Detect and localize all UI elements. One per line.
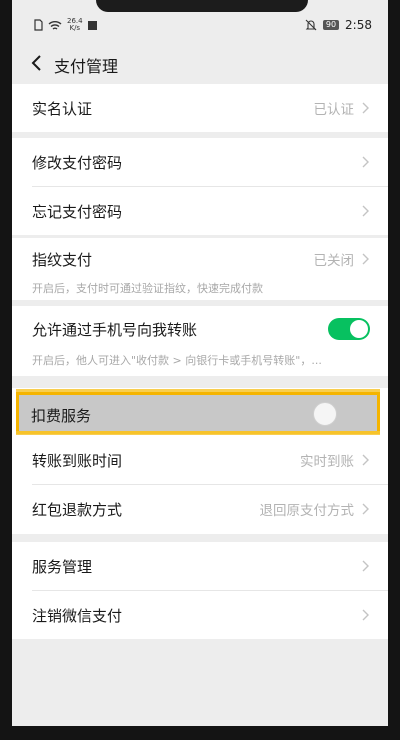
row-change-password[interactable]: 修改支付密码 (12, 138, 388, 186)
row-label: 转账到账时间 (32, 451, 123, 470)
deduction-service-toggle[interactable] (313, 402, 337, 426)
row-value: 已认证 (313, 102, 355, 118)
highlight-glow-bottom (16, 431, 380, 435)
row-red-packet-refund[interactable]: 红包退款方式 退回原支付方式 (12, 485, 388, 533)
row-deregister-wechat-pay[interactable]: 注销微信支付 (12, 591, 388, 639)
chevron-right-icon (362, 253, 369, 265)
back-arrow-icon[interactable] (26, 52, 48, 74)
row-label: 允许通过手机号向我转账 (32, 320, 198, 339)
row-label: 扣费服务 (31, 407, 92, 425)
phone-transfer-toggle[interactable] (328, 318, 370, 340)
chevron-right-icon (362, 102, 369, 114)
chevron-right-icon (362, 560, 369, 572)
row-forgot-password[interactable]: 忘记支付密码 (12, 187, 388, 235)
row-description: 开启后，支付时可通过验证指纹，快速完成付款 (32, 282, 263, 295)
row-service-management[interactable]: 服务管理 (12, 542, 388, 590)
row-real-name[interactable]: 实名认证 已认证 (12, 84, 388, 132)
row-label: 红包退款方式 (32, 500, 123, 519)
group-verification: 实名认证 已认证 (12, 84, 388, 132)
row-value: 实时到账 (300, 454, 354, 470)
sim-card-icon (34, 19, 43, 31)
network-speed-unit: K/s (69, 24, 81, 32)
row-label: 实名认证 (32, 99, 93, 118)
toggle-knob (350, 320, 368, 338)
chevron-right-icon (362, 205, 369, 217)
page-title: 支付管理 (54, 57, 119, 76)
row-allow-phone-transfer: 允许通过手机号向我转账 (12, 306, 388, 352)
row-value: 退回原支付方式 (259, 503, 355, 519)
chevron-right-icon (362, 609, 369, 621)
row-label: 服务管理 (32, 557, 93, 576)
group-phone-transfer: 允许通过手机号向我转账 开启后，他人可进入"收付款 > 向银行卡或手机号转账"，… (12, 306, 388, 376)
group-fingerprint: 指纹支付 已关闭 开启后，支付时可通过验证指纹，快速完成付款 (12, 238, 388, 300)
group-management: 服务管理 注销微信支付 (12, 542, 388, 639)
row-deduction-service[interactable]: 扣费服务 (16, 392, 380, 434)
row-description: 开启后，他人可进入"收付款 > 向银行卡或手机号转账"，... (32, 354, 322, 367)
chevron-right-icon (362, 454, 369, 466)
row-value: 已关闭 (313, 253, 355, 269)
chevron-right-icon (362, 156, 369, 168)
row-fingerprint-pay[interactable]: 指纹支付 已关闭 (12, 238, 388, 280)
status-bar: 26.4 K/s 90 2:58 (12, 0, 388, 38)
row-label: 注销微信支付 (32, 606, 123, 625)
notification-square-icon (87, 20, 97, 30)
row-transfer-time[interactable]: 转账到账时间 实时到账 (12, 436, 388, 484)
row-label: 修改支付密码 (32, 153, 123, 172)
wifi-icon (48, 20, 62, 30)
chevron-right-icon (362, 503, 369, 515)
phone-screen: 26.4 K/s 90 2:58 支付管理 实名认证 已认证 修改支付密码 忘记… (12, 0, 388, 726)
row-label: 忘记支付密码 (32, 202, 123, 221)
battery-indicator: 90 (322, 20, 340, 30)
mute-bell-icon (305, 19, 317, 31)
clock: 2:58 (345, 18, 372, 32)
network-speed: 26.4 K/s (67, 18, 83, 32)
row-label: 指纹支付 (32, 250, 93, 269)
group-password: 修改支付密码 忘记支付密码 (12, 138, 388, 235)
nav-header: 支付管理 (12, 38, 388, 88)
